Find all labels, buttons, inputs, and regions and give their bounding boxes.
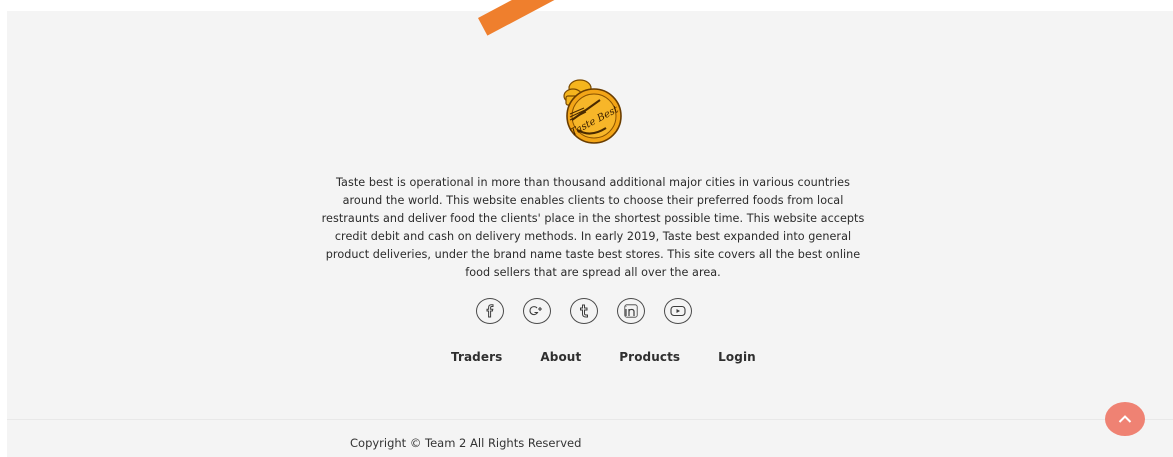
social-links [476, 298, 692, 326]
footer-nav: Traders About Products Login [451, 350, 756, 364]
chevron-up-icon [1118, 415, 1132, 423]
nav-link-about[interactable]: About [540, 350, 581, 364]
copyright-text: Copyright © Team 2 All Rights Reserved [350, 436, 582, 450]
footer-description: Taste best is operational in more than t… [321, 176, 865, 279]
facebook-icon[interactable] [476, 298, 504, 324]
nav-link-traders[interactable]: Traders [451, 350, 502, 364]
back-to-top-button[interactable] [1105, 402, 1145, 436]
page: Taste Best Taste best is operational in … [0, 0, 1173, 457]
linkedin-icon[interactable] [617, 298, 645, 324]
tumblr-icon[interactable] [570, 298, 598, 324]
footer-divider [7, 419, 1173, 420]
youtube-icon[interactable] [664, 298, 692, 324]
nav-link-login[interactable]: Login [718, 350, 756, 364]
google-plus-icon[interactable] [523, 298, 551, 324]
taste-best-logo[interactable]: Taste Best [560, 78, 624, 144]
nav-link-products[interactable]: Products [619, 350, 680, 364]
